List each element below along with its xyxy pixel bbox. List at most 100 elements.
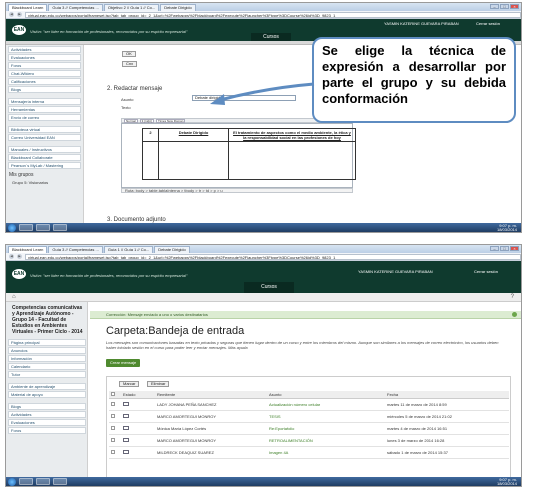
row-checkbox[interactable]: [111, 413, 115, 418]
sidebar-item-activities[interactable]: Actividades: [8, 46, 81, 53]
font-select[interactable]: Times New Roman: [156, 118, 186, 123]
forward-icon[interactable]: ▶: [17, 12, 22, 17]
table-row[interactable]: MARCO AMORTEGUI MONROY TESIS miércoles 5…: [109, 410, 509, 423]
media-icon[interactable]: [53, 478, 67, 485]
browser-tab[interactable]: Blackboard Learn: [8, 246, 48, 253]
media-icon[interactable]: [53, 224, 67, 231]
tab-courses[interactable]: Cursos: [244, 282, 294, 293]
sidebar-item-blogs[interactable]: Blogs: [8, 403, 86, 410]
sidebar-item-email[interactable]: Correo Universidad EAN: [8, 134, 81, 141]
close-icon[interactable]: ×: [510, 4, 519, 9]
address-bar: ◀ ▶ virtual.ean.edu.co/webapps/portal/fr…: [6, 253, 521, 261]
browser-tab[interactable]: Debate Dirigido: [160, 4, 196, 11]
row-checkbox[interactable]: [111, 401, 115, 406]
sidebar-item-forums[interactable]: Foros: [8, 62, 81, 69]
sidebar-item-evaluations[interactable]: Evaluaciones: [8, 54, 81, 61]
sidebar-item-pearson[interactable]: Pearson´s MyLab / Mastering: [8, 162, 81, 169]
forward-icon[interactable]: ▶: [17, 254, 22, 259]
date-cell: martes 4 de marzo de 2014 16:51: [385, 422, 509, 435]
sidebar-item-messages[interactable]: Mensajería interna: [8, 98, 81, 105]
create-message-button[interactable]: Crear mensaje: [106, 359, 141, 367]
start-icon[interactable]: [8, 223, 16, 232]
select-all-checkbox[interactable]: [111, 391, 115, 396]
sidebar-item-grades[interactable]: Calificaciones: [8, 78, 81, 85]
table-cell-empty: [158, 141, 229, 180]
browser-tab[interactable]: Guía 1 // Guía 1 // Co...: [103, 246, 154, 253]
column-header-subject[interactable]: Asunto: [267, 391, 385, 399]
browser-icon[interactable]: [36, 224, 50, 231]
home-icon[interactable]: ⌂: [12, 294, 16, 300]
mark-button[interactable]: Marcar: [119, 381, 140, 387]
sidebar-item-send-email[interactable]: Envío de correo: [8, 114, 81, 121]
start-icon[interactable]: [8, 477, 16, 486]
table-row[interactable]: Mónica María López Cortés Re:Eportafolio…: [109, 422, 509, 435]
browser-tab[interactable]: Guía 3 // Competencias ...: [48, 246, 103, 253]
subject-link[interactable]: TESIS: [267, 410, 385, 423]
sidebar-item-announcements[interactable]: Anuncios: [8, 347, 86, 354]
row-checkbox[interactable]: [111, 449, 115, 454]
sidebar-item-chat[interactable]: Chat-Wikiero: [8, 70, 81, 77]
user-name[interactable]: YASMIN KATERINE GUEVARA PIRABAN: [358, 269, 433, 274]
window-controls: – □ ×: [490, 4, 519, 9]
user-name[interactable]: YASMIN KATERINE GUEVARA PIRABAN: [384, 21, 459, 26]
url-field[interactable]: virtual.ean.edu.co/webapps/portal/frames…: [25, 11, 521, 18]
browser-tab[interactable]: Guía 3 // Competencias ...: [48, 4, 103, 11]
sidebar-item-tools[interactable]: Herramientas: [8, 106, 81, 113]
table-cell-technique: Debate Dirigido: [158, 128, 229, 142]
column-header-sender[interactable]: Remitente: [155, 391, 267, 399]
column-header-status[interactable]: Estado: [121, 391, 155, 399]
subject-link[interactable]: Imagen 4A: [267, 446, 385, 459]
size-select[interactable]: 3 (12pt): [139, 118, 155, 123]
sidebar-item-blogs[interactable]: Blogs: [8, 86, 81, 93]
logout-link[interactable]: Cerrar sesión: [476, 21, 500, 26]
row-checkbox[interactable]: [111, 437, 115, 442]
maximize-icon[interactable]: □: [500, 246, 509, 251]
url-field[interactable]: virtual.ean.edu.co/webapps/portal/frames…: [25, 253, 521, 260]
table-header-row: Estado Remitente Asunto Fecha: [109, 391, 509, 399]
subject-link[interactable]: Re:Eportafolio: [267, 422, 385, 435]
table-row[interactable]: MILDRECK DEAQUIZ SUAREZ Imagen 4A sábado…: [109, 446, 509, 459]
explorer-icon[interactable]: [19, 478, 33, 485]
table-row[interactable]: LADY JOHANA PEÑA SANCHEZ Actualización n…: [109, 398, 509, 411]
back-icon[interactable]: ◀: [9, 12, 14, 17]
logout-link[interactable]: Cerrar sesión: [474, 269, 498, 274]
browser-icon[interactable]: [36, 478, 50, 485]
status-cell: [121, 410, 155, 423]
maximize-icon[interactable]: □: [500, 4, 509, 9]
tab-courses[interactable]: Cursos: [251, 33, 291, 41]
subject-link[interactable]: RETROALIMENTACIÓN: [267, 434, 385, 447]
message-editor[interactable]: 2 Debate Dirigido El tratamiento de aspe…: [121, 123, 356, 188]
sidebar-item-tutor[interactable]: Tutor: [8, 371, 86, 378]
sidebar-item-information[interactable]: Información: [8, 355, 86, 362]
help-icon[interactable]: ?: [511, 294, 514, 300]
sidebar-item-calendar[interactable]: Calendario: [8, 363, 86, 370]
sidebar-item-activities[interactable]: Actividades: [8, 411, 86, 418]
sidebar-item-library[interactable]: Biblioteca virtual: [8, 126, 81, 133]
browser-tab[interactable]: Blackboard Learn: [8, 4, 48, 11]
sidebar-item-manuals[interactable]: Manuales / Instructivos: [8, 146, 81, 153]
sidebar-item-forums[interactable]: Foros: [8, 427, 86, 434]
browser-tabbar: Blackboard Learn Guía 3 // Competencias …: [6, 245, 521, 253]
cancel-button[interactable]: Cnx: [122, 61, 138, 67]
format-select[interactable]: Normal: [124, 118, 138, 123]
close-icon[interactable]: ×: [510, 246, 519, 251]
back-icon[interactable]: ◀: [9, 254, 14, 259]
sidebar-item-evaluations[interactable]: Evaluaciones: [8, 419, 86, 426]
sidebar-item-collaborate[interactable]: Blackboard Collaborate: [8, 154, 81, 161]
group-link[interactable]: Grupo 5: Visionarios: [6, 180, 83, 185]
browser-tab[interactable]: Debate Dirigido: [154, 246, 190, 253]
sidebar-item-learning-environment[interactable]: Ambiente de aprendizaje: [8, 383, 86, 390]
browser-tab[interactable]: Objetivo 2 // Guía 1 // Co...: [103, 4, 160, 11]
sidebar-item-home[interactable]: Página principal: [8, 339, 86, 346]
subject-link[interactable]: Actualización número celular: [267, 398, 385, 411]
explorer-icon[interactable]: [19, 224, 33, 231]
table-row[interactable]: MARCO AMORTEGUI MONROY RETROALIMENTACIÓN…: [109, 434, 509, 447]
minimize-icon[interactable]: –: [490, 4, 499, 9]
sidebar-item-support-material[interactable]: Material de apoyo: [8, 391, 86, 398]
close-notice-icon[interactable]: [512, 312, 517, 317]
column-header-date[interactable]: Fecha: [385, 391, 509, 399]
ok-button[interactable]: OK: [122, 51, 136, 57]
row-checkbox[interactable]: [111, 425, 115, 430]
minimize-icon[interactable]: –: [490, 246, 499, 251]
delete-button[interactable]: Eliminar: [147, 381, 170, 387]
